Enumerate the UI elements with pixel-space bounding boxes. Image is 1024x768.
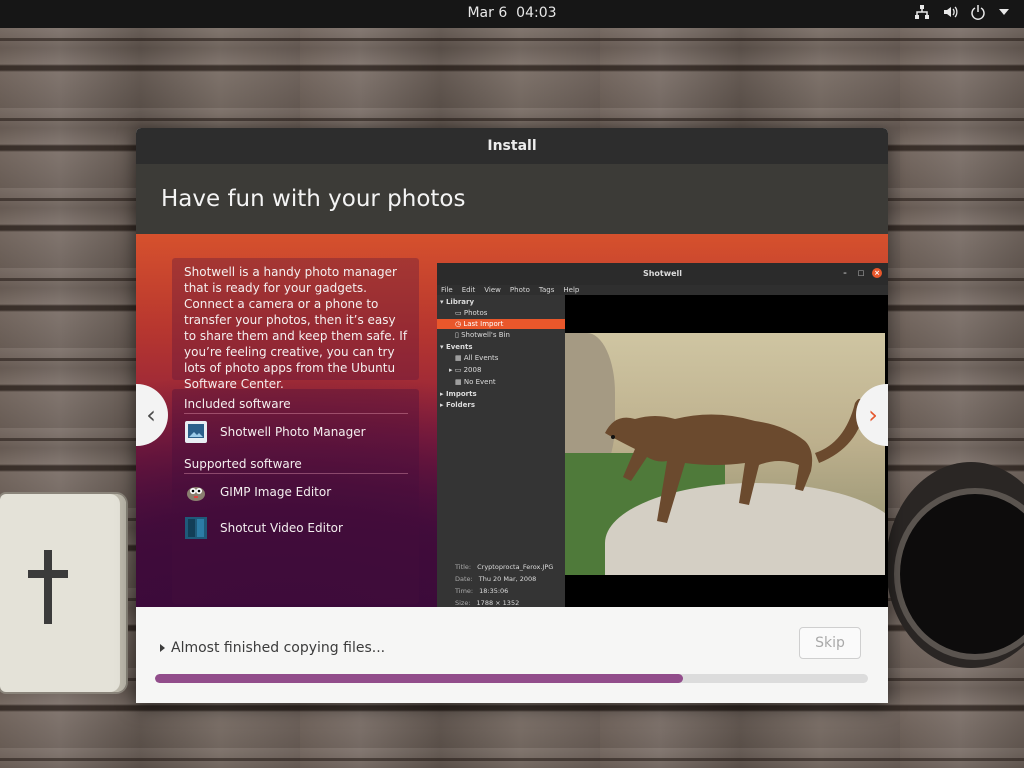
meta-value: 1788 × 1352	[476, 599, 520, 607]
progress-status: Almost finished copying files...	[171, 640, 386, 656]
tree-no-event-label: No Event	[463, 378, 496, 386]
chevron-left-icon: ‹	[146, 401, 156, 429]
preview-titlebar: Shotwell – □ ×	[437, 263, 888, 285]
progress-bar	[155, 674, 868, 683]
meta-label: Time:	[455, 587, 474, 595]
tree-all-events-label: All Events	[463, 354, 499, 362]
clock-date: Mar 6	[467, 5, 508, 21]
meta-row: Time: 18:35:06	[455, 587, 508, 595]
power-icon[interactable]	[970, 4, 986, 20]
preview-menu-help: Help	[563, 286, 580, 294]
expander-icon	[160, 644, 165, 652]
preview-menu-view: View	[484, 286, 501, 294]
meta-value: Thu 20 Mar, 2008	[478, 575, 537, 583]
slideshow: Shotwell is a handy photo manager that i…	[136, 234, 888, 607]
supported-app: Shotcut Video Editor	[184, 515, 343, 541]
minimize-icon: –	[843, 269, 847, 277]
progress-area: Almost finished copying files... Skip	[136, 607, 888, 703]
tree-library-label: Library	[445, 298, 475, 306]
preview-menu-tags: Tags	[538, 286, 555, 294]
clock-time: 04:03	[516, 5, 557, 21]
previous-slide-button[interactable]: ‹	[136, 384, 168, 446]
tree-folders: ▸ Folders	[440, 401, 476, 409]
preview-window-buttons: – □ ×	[840, 268, 882, 278]
meta-row: Date: Thu 20 Mar, 2008	[455, 575, 536, 583]
tree-year: ▸ ▭ 2008	[449, 366, 482, 374]
meta-label: Size:	[455, 599, 471, 607]
cross-bar	[28, 570, 68, 578]
shotcut-icon	[185, 517, 207, 539]
supported-app-name: Shotcut Video Editor	[220, 521, 343, 535]
supported-app-name: GIMP Image Editor	[220, 485, 332, 499]
preview-photo	[565, 333, 885, 575]
skip-button[interactable]: Skip	[799, 627, 861, 659]
meta-row: Size: 1788 × 1352	[455, 599, 519, 607]
progress-details-toggle[interactable]: Almost finished copying files...	[160, 640, 385, 656]
tree-photos: ▭ Photos	[455, 309, 488, 317]
app-screenshot: Shotwell – □ × File Edit View Photo Tags…	[437, 263, 888, 607]
meta-row: Title: Cryptoprocta_Ferox.JPG	[455, 563, 553, 571]
tree-photos-label: Photos	[463, 309, 488, 317]
tree-imports-label: Imports	[445, 390, 477, 398]
tree-events-label: Events	[445, 343, 473, 351]
preview-sidebar: ▾ Library ▭ Photos ◷ Last Import ▯ Shotw…	[437, 295, 565, 607]
tree-last-import-label: Last Import	[463, 320, 504, 328]
meta-label: Date:	[455, 575, 473, 583]
tree-last-import: ◷ Last Import	[437, 319, 565, 329]
preview-menubar: File Edit View Photo Tags Help	[437, 285, 888, 295]
clock[interactable]: Mar 6 04:03	[0, 0, 1024, 28]
tree-imports: ▸ Imports	[440, 390, 477, 398]
wallpaper-book	[0, 494, 126, 692]
gimp-icon	[187, 487, 205, 501]
software-panel: Included software Shotwell Photo Manager…	[172, 389, 419, 604]
tree-no-event: ▦ No Event	[455, 378, 496, 386]
preview-title: Shotwell	[642, 269, 683, 278]
included-heading: Included software	[184, 397, 408, 414]
supported-heading: Supported software	[184, 457, 408, 474]
maximize-icon: □	[857, 269, 865, 277]
included-app: Shotwell Photo Manager	[184, 419, 366, 445]
chevron-right-icon: ›	[868, 401, 878, 429]
top-bar: Mar 6 04:03	[0, 0, 1024, 28]
close-icon: ×	[872, 268, 882, 278]
tree-bin-label: Shotwell's Bin	[461, 331, 510, 339]
preview-menu-photo: Photo	[509, 286, 530, 294]
tree-events: ▾ Events	[440, 343, 473, 351]
tree-folders-label: Folders	[445, 401, 476, 409]
chevron-down-icon[interactable]	[998, 6, 1010, 18]
progress-bar-fill	[155, 674, 683, 683]
shotwell-icon	[185, 421, 207, 443]
meta-label: Title:	[455, 563, 472, 571]
included-app-name: Shotwell Photo Manager	[220, 425, 366, 439]
tree-all-events: ▦ All Events	[455, 354, 499, 362]
tree-library: ▾ Library	[440, 298, 475, 306]
network-icon[interactable]	[914, 4, 930, 20]
meta-value: Cryptoprocta_Ferox.JPG	[477, 563, 554, 571]
tree-year-label: 2008	[463, 366, 482, 374]
cross-decoration	[44, 550, 52, 624]
preview-menu-file: File	[441, 286, 453, 294]
slide-headline: Have fun with your photos	[136, 164, 888, 234]
meta-value: 18:35:06	[479, 587, 509, 595]
system-tray[interactable]	[914, 4, 1010, 20]
preview-menu-edit: Edit	[461, 286, 476, 294]
tree-bin: ▯ Shotwell's Bin	[455, 331, 510, 339]
window-title: Install	[136, 128, 888, 164]
fossa-image	[605, 398, 865, 523]
volume-icon[interactable]	[942, 4, 958, 20]
slide-description: Shotwell is a handy photo manager that i…	[172, 258, 419, 391]
install-window: Install Have fun with your photos Shotwe…	[136, 128, 888, 703]
supported-app: GIMP Image Editor	[184, 479, 331, 505]
